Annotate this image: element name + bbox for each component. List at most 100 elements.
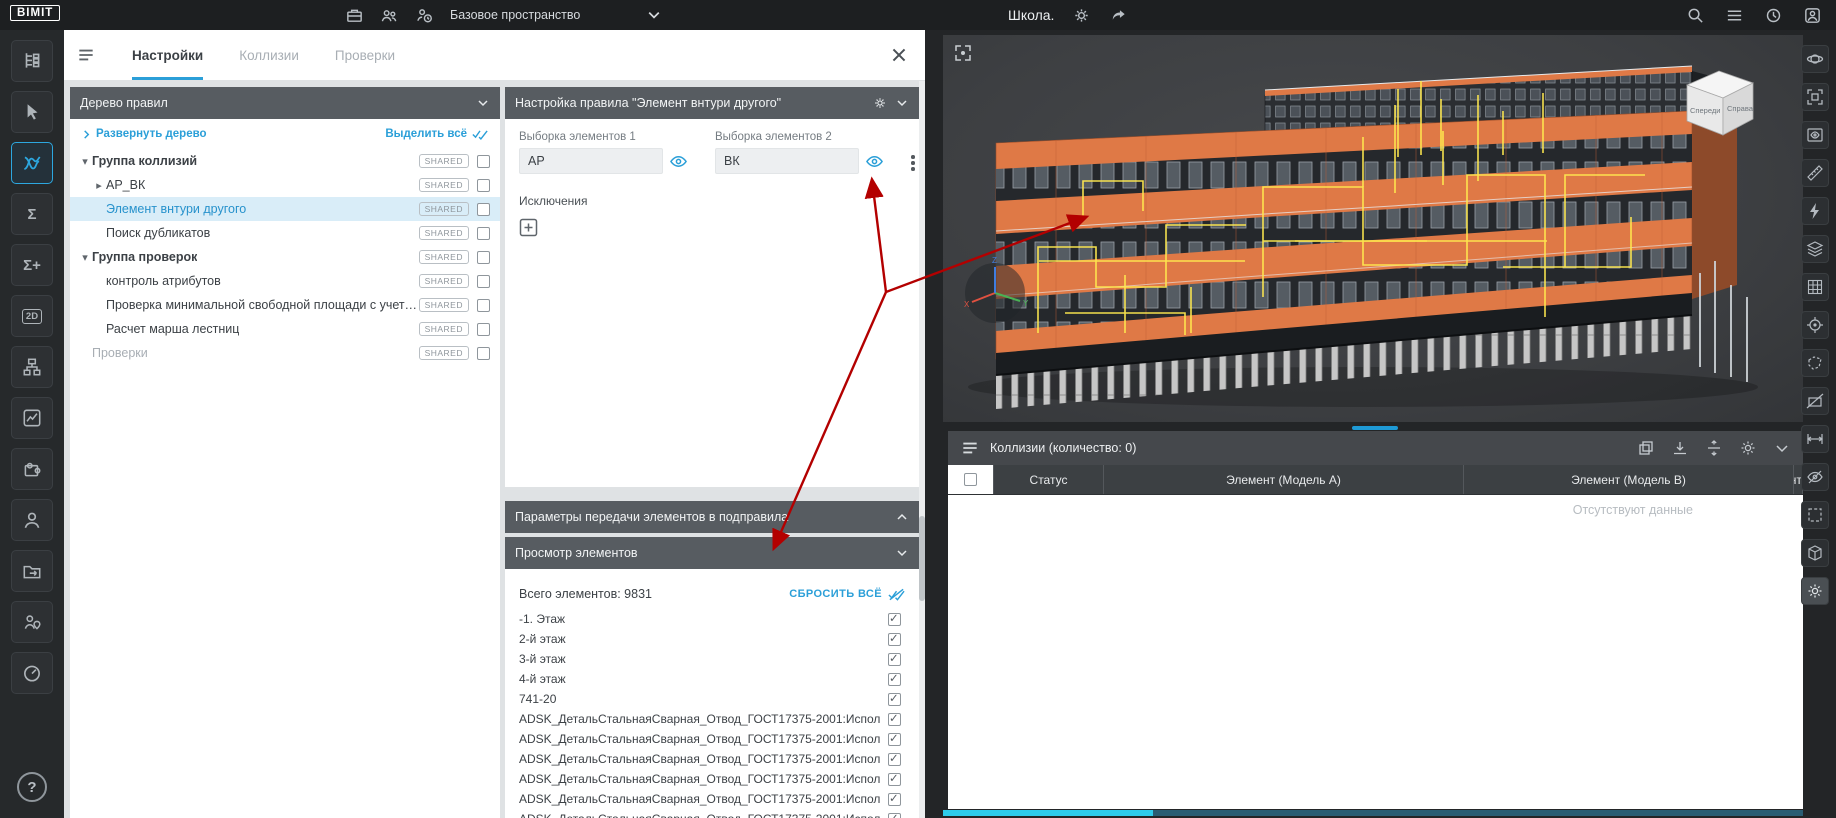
tab[interactable]: Проверки	[335, 30, 395, 80]
tree-item[interactable]: Проверка минимальной свободной площади с…	[70, 293, 500, 317]
expand-tree-link[interactable]: Развернуть дерево	[82, 128, 207, 140]
tree-item-checkbox[interactable]	[477, 322, 490, 336]
tree-item-checkbox[interactable]	[477, 226, 490, 240]
focus-model-icon[interactable]	[953, 43, 973, 63]
plugins-tool-icon[interactable]	[11, 448, 53, 490]
section-tool-icon[interactable]	[1801, 387, 1829, 415]
share-icon[interactable]	[1109, 6, 1128, 25]
panel-drag-handle[interactable]	[1352, 426, 1398, 430]
hide-tool-icon[interactable]	[1801, 463, 1829, 491]
rule-settings-header[interactable]: Настройка правила "Элемент внтури другог…	[505, 87, 919, 119]
visibility-tool-icon[interactable]	[1801, 121, 1829, 149]
tab[interactable]: Коллизии	[239, 30, 299, 80]
column-header[interactable]: Статус	[994, 465, 1104, 494]
structure-tool-icon[interactable]	[11, 346, 53, 388]
element-row[interactable]: 2-й этаж	[519, 629, 905, 649]
element-row[interactable]: ADSK_ДетальСтальнаяСварная_Отвод_ГОСТ173…	[519, 729, 905, 749]
tab[interactable]: Настройки	[132, 30, 204, 80]
reset-all-link[interactable]: СБРОСИТЬ ВСЁ	[789, 588, 905, 601]
element-row[interactable]: 4-й этаж	[519, 669, 905, 689]
fit-view-tool-icon[interactable]	[1801, 83, 1829, 111]
orbit-tool-icon[interactable]	[1801, 45, 1829, 73]
selection2-input[interactable]	[715, 148, 859, 174]
area-select-tool-icon[interactable]	[1801, 349, 1829, 377]
collapse-panel-icon[interactable]	[1773, 439, 1791, 457]
tree-expand-icon[interactable]	[78, 155, 92, 168]
bottom-scrollbar[interactable]	[943, 810, 1803, 816]
tree-item[interactable]: Расчет марша лестниц SHARED	[70, 317, 500, 341]
subrule-params-header[interactable]: Параметры передачи элементов в подправил…	[505, 501, 919, 533]
marquee-tool-icon[interactable]	[1801, 501, 1829, 529]
selection1-input[interactable]	[519, 148, 663, 174]
element-preview-header[interactable]: Просмотр элементов	[505, 537, 919, 569]
select-tool-icon[interactable]	[11, 91, 53, 133]
tree-item-checkbox[interactable]	[477, 298, 490, 312]
align-center-icon[interactable]	[1705, 439, 1723, 457]
bottom-scrollbar-thumb[interactable]	[943, 810, 1153, 816]
copy-icon[interactable]	[1637, 439, 1655, 457]
tree-expand-icon[interactable]	[78, 251, 92, 264]
model-viewport[interactable]: X Y Z Спереди Справа	[943, 35, 1803, 422]
history-icon[interactable]	[1764, 6, 1783, 25]
select-all-checkbox[interactable]	[964, 473, 977, 486]
element-row[interactable]: ADSK_ДетальСтальнаяСварная_Отвод_ГОСТ173…	[519, 789, 905, 809]
element-checkbox[interactable]	[888, 811, 901, 818]
panel-menu-icon[interactable]	[76, 45, 96, 65]
column-header[interactable]: Элемент (Модель B)	[1464, 465, 1794, 494]
locate-tool-icon[interactable]	[1801, 311, 1829, 339]
view-cube[interactable]: Спереди Справа	[1677, 61, 1761, 141]
tree-item[interactable]: контроль атрибутов SHARED	[70, 269, 500, 293]
dimension-tool-icon[interactable]	[1801, 425, 1829, 453]
panel-scrollbar[interactable]	[919, 81, 925, 818]
user-location-tool-icon[interactable]	[11, 601, 53, 643]
element-row[interactable]: 3-й этаж	[519, 649, 905, 669]
clash-detection-icon[interactable]	[11, 142, 53, 184]
settings-gear-icon[interactable]	[1072, 6, 1091, 25]
dashboard-tool-icon[interactable]	[11, 652, 53, 694]
sum-tool-icon[interactable]: Σ	[11, 193, 53, 235]
sum-plus-tool-icon[interactable]: Σ+	[11, 244, 53, 286]
element-checkbox[interactable]	[888, 631, 901, 646]
select-all-link[interactable]: Выделить всё	[385, 128, 488, 140]
measure-tool-icon[interactable]	[1801, 159, 1829, 187]
layers-tool-icon[interactable]	[1801, 235, 1829, 263]
quick-actions-tool-icon[interactable]	[1801, 197, 1829, 225]
eye-icon[interactable]	[669, 153, 688, 170]
tree-item[interactable]: Группа проверок SHARED	[70, 245, 500, 269]
users-tool-icon[interactable]	[11, 499, 53, 541]
column-header[interactable]: Элемент (Модель А)	[1104, 465, 1464, 494]
element-checkbox[interactable]	[888, 711, 901, 726]
search-icon[interactable]	[1686, 6, 1705, 25]
tree-item-checkbox[interactable]	[477, 154, 490, 168]
rule-gear-icon[interactable]	[873, 96, 887, 110]
model-3d-view[interactable]: X Y Z	[943, 35, 1803, 422]
tree-item[interactable]: Элемент внтури другого SHARED	[70, 197, 500, 221]
menu-list-icon[interactable]	[1725, 6, 1744, 25]
2d-view-icon[interactable]: 2D	[11, 295, 53, 337]
rules-tree-icon[interactable]	[11, 40, 53, 82]
viewer-settings-tool-icon[interactable]	[1801, 577, 1829, 605]
tree-item[interactable]: Группа коллизий SHARED	[70, 149, 500, 173]
element-row[interactable]: ADSK_ДетальСтальнаяСварная_Отвод_ГОСТ173…	[519, 749, 905, 769]
collisions-menu-icon[interactable]	[960, 438, 980, 458]
team-icon[interactable]	[380, 6, 399, 25]
workspace-selector[interactable]: Базовое пространство	[450, 0, 660, 30]
close-panel-icon[interactable]	[889, 45, 909, 65]
tree-item[interactable]: АР_ВК SHARED	[70, 173, 500, 197]
model-cube-tool-icon[interactable]	[1801, 539, 1829, 567]
element-checkbox[interactable]	[888, 731, 901, 746]
element-checkbox[interactable]	[888, 651, 901, 666]
eye-icon[interactable]	[865, 153, 884, 170]
tree-item-checkbox[interactable]	[477, 178, 490, 192]
session-user-icon[interactable]	[415, 6, 434, 25]
element-checkbox[interactable]	[888, 791, 901, 806]
tree-item[interactable]: Поиск дубликатов SHARED	[70, 221, 500, 245]
element-checkbox[interactable]	[888, 671, 901, 686]
element-row[interactable]: 741-20	[519, 689, 905, 709]
element-checkbox[interactable]	[888, 611, 901, 626]
tree-item-checkbox[interactable]	[477, 250, 490, 264]
add-exclusion-button[interactable]	[519, 218, 538, 237]
help-icon[interactable]: ?	[17, 772, 47, 802]
profile-icon[interactable]	[1803, 6, 1822, 25]
kebab-menu-icon[interactable]	[911, 150, 915, 176]
